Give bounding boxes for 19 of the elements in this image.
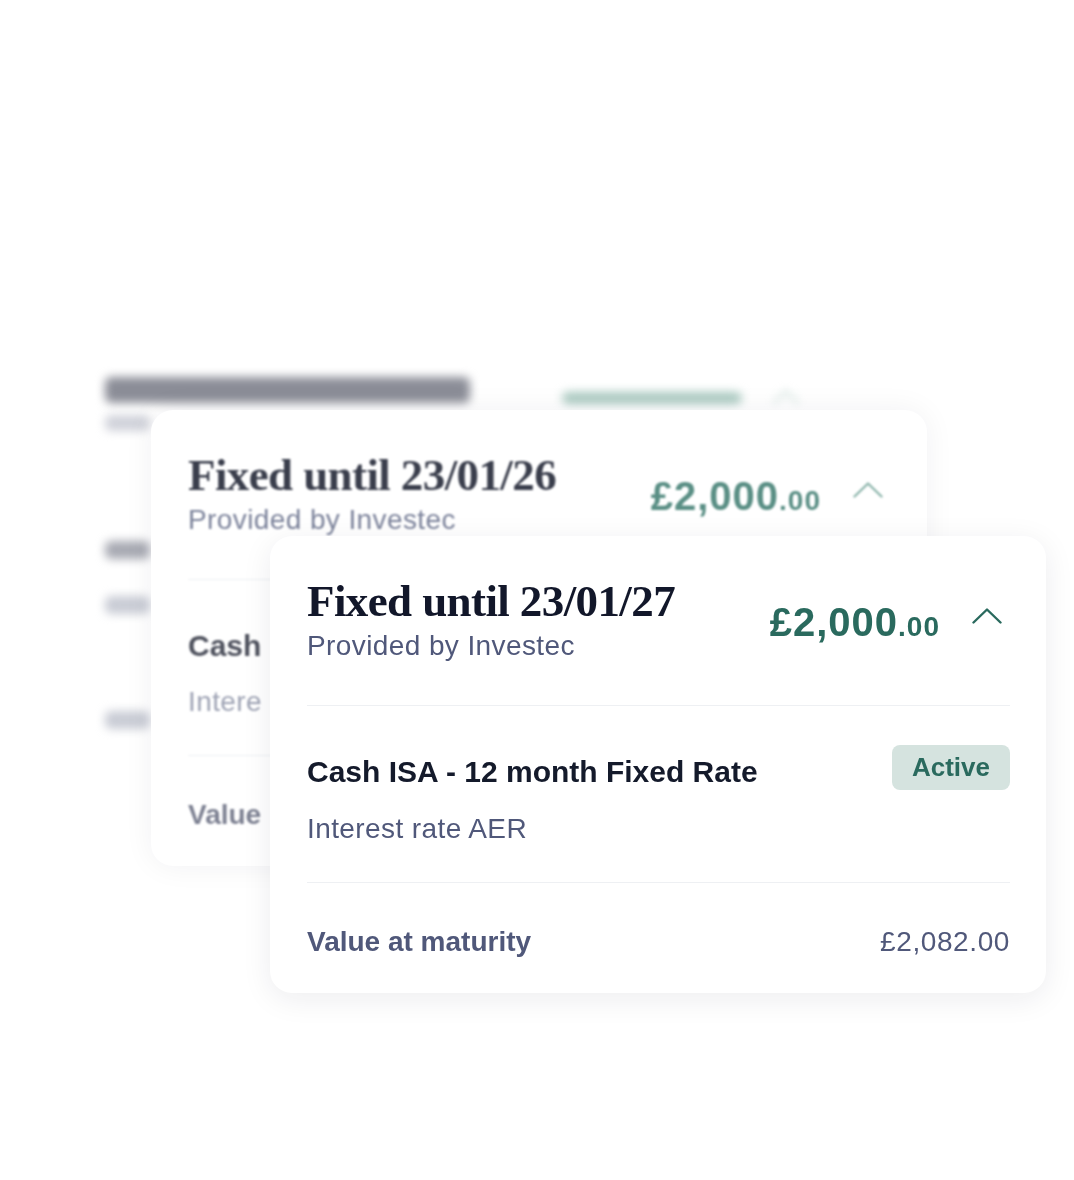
blurred-text (105, 415, 150, 431)
maturity-value: £2,082.00 (880, 926, 1010, 958)
blurred-text (105, 711, 150, 729)
blurred-text (105, 596, 150, 614)
provider-name: Provided by Investec (307, 630, 576, 662)
product-name: Cash ISA - 12 month Fixed Rate (307, 755, 758, 789)
balance-amount: £2,000.00 (769, 600, 940, 646)
chevron-up-icon[interactable] (972, 608, 1002, 624)
maturity-label: Value at maturity (307, 926, 532, 958)
card-title: Fixed until 23/01/26 (188, 450, 557, 500)
card-title: Fixed until 23/01/27 (307, 576, 676, 626)
rate-label: Intere (188, 686, 262, 718)
provider-name: Provided by Investec (188, 504, 457, 536)
rate-label: Interest rate AER (307, 813, 527, 845)
balance-amount: £2,000.00 (650, 474, 821, 520)
product-name: Cash (188, 629, 262, 663)
status-badge: Active (891, 745, 1010, 790)
blurred-text (105, 541, 150, 559)
maturity-label: Value (188, 799, 262, 831)
